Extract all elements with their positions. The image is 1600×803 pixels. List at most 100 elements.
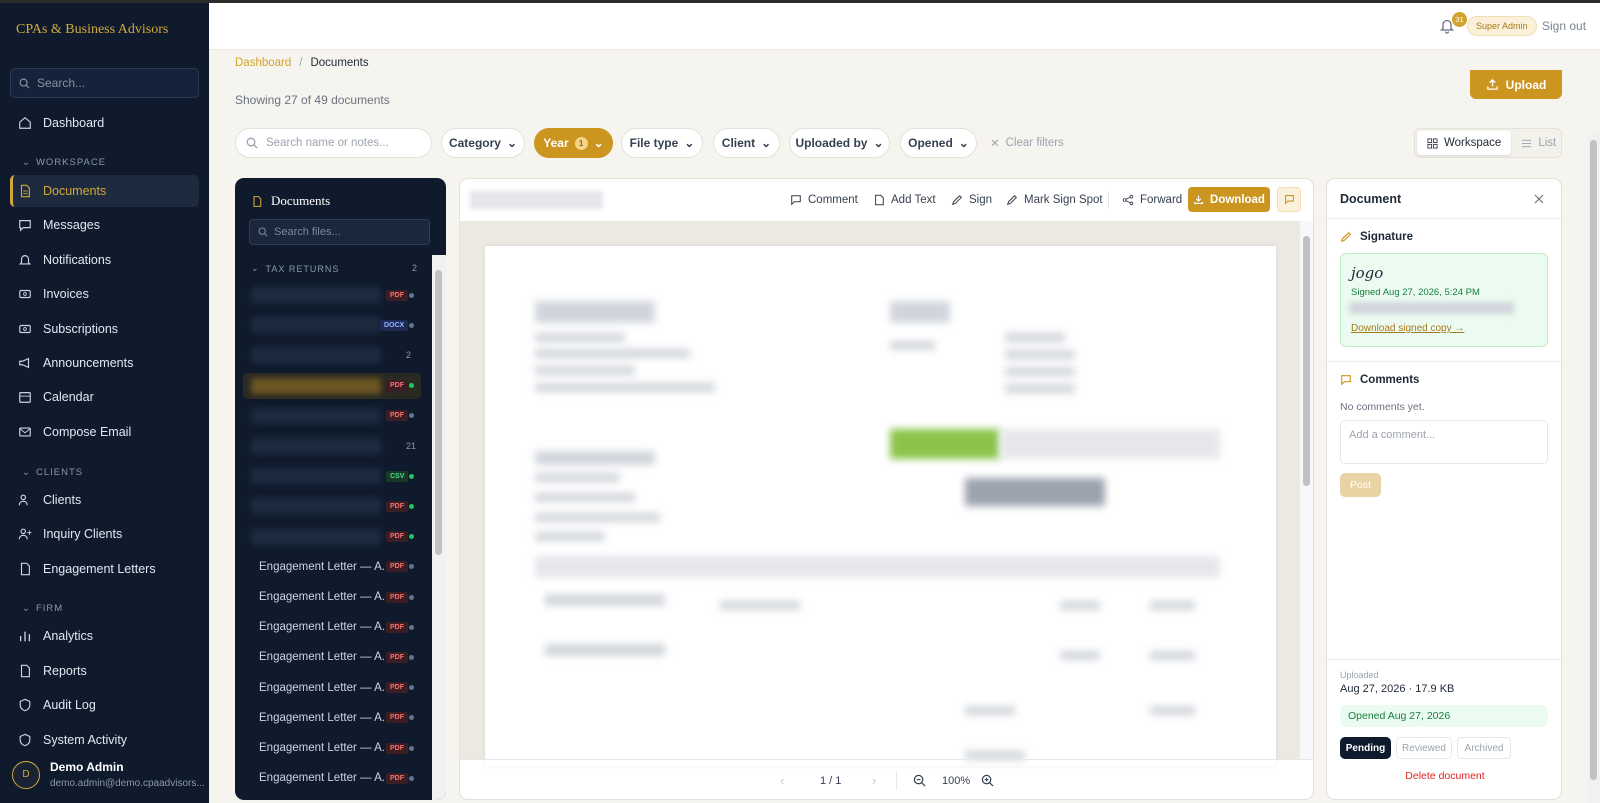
- sidebar-item-calendar[interactable]: Calendar: [10, 381, 199, 413]
- file-row[interactable]: DOCX: [243, 312, 421, 338]
- file-row[interactable]: Engagement Letter — A... PDF: [243, 554, 421, 580]
- category-filter[interactable]: Category ⌄: [441, 128, 525, 158]
- forward-button[interactable]: Forward: [1122, 187, 1182, 213]
- file-name-redacted: [251, 498, 381, 515]
- delete-document-button[interactable]: Delete document: [1327, 770, 1561, 782]
- sidebar-item-label: Notifications: [43, 253, 112, 267]
- zoom-in-button[interactable]: [981, 774, 994, 790]
- uploaded-by-filter[interactable]: Uploaded by ⌄: [789, 128, 890, 158]
- file-type-filter[interactable]: File type ⌄: [621, 128, 703, 158]
- scrollbar-thumb[interactable]: [435, 270, 442, 555]
- sidebar-item-system-activity[interactable]: System Activity: [10, 724, 199, 756]
- file-row[interactable]: PDF: [243, 403, 421, 429]
- file-type-badge: PDF: [386, 651, 408, 663]
- file-row[interactable]: Engagement Letter — A... PDF: [243, 584, 421, 610]
- filter-search-input[interactable]: Search name or notes...: [235, 128, 432, 158]
- add-text-tool-button[interactable]: Add Text: [873, 187, 936, 213]
- file-row[interactable]: PDF: [243, 372, 421, 399]
- download-button[interactable]: Download: [1188, 187, 1270, 212]
- app-logo[interactable]: CPAs & Business Advisors: [16, 22, 168, 38]
- download-signed-copy-link[interactable]: Download signed copy →: [1351, 323, 1464, 334]
- list-view-button[interactable]: List: [1511, 131, 1566, 155]
- users-icon: [18, 494, 28, 506]
- post-comment-button[interactable]: Post: [1340, 473, 1381, 497]
- comment-tool-button[interactable]: Comment: [790, 187, 858, 213]
- download-icon: [1194, 195, 1203, 204]
- sidebar-search-input[interactable]: Search...: [10, 68, 199, 98]
- blurred-content: [535, 333, 625, 342]
- grid-icon: [1427, 137, 1438, 149]
- sidebar-item-subscriptions[interactable]: Subscriptions: [10, 313, 199, 345]
- status-archived-button[interactable]: Archived: [1457, 737, 1511, 759]
- viewer-scrollbar[interactable]: [1300, 221, 1313, 759]
- file-row[interactable]: PDF: [243, 524, 421, 550]
- opened-filter[interactable]: Opened ⌄: [900, 128, 977, 158]
- file-row[interactable]: PDF: [243, 493, 421, 519]
- file-list-scrollbar[interactable]: [432, 255, 446, 800]
- chevron-down-icon: ⌄: [22, 467, 31, 478]
- sign-out-link[interactable]: Sign out: [1542, 19, 1586, 33]
- viewer-footer: ‹ 1 / 1 › 100%: [460, 759, 1313, 799]
- detail-header: Document: [1327, 179, 1561, 219]
- blurred-content: [535, 513, 660, 522]
- comment-input[interactable]: Add a comment...: [1340, 420, 1548, 464]
- client-filter[interactable]: Client ⌄: [713, 128, 780, 158]
- section-firm[interactable]: ⌄ FIRM: [22, 603, 63, 614]
- year-filter[interactable]: Year 1 ⌄: [534, 128, 613, 158]
- sidebar-item-announcements[interactable]: Announcements: [10, 347, 199, 379]
- clear-filters-button[interactable]: ✕ Clear filters: [990, 128, 1064, 158]
- sidebar-item-audit-log[interactable]: Audit Log: [10, 689, 199, 721]
- toggle-comments-button[interactable]: [1277, 187, 1301, 212]
- file-row[interactable]: Engagement Letter — A... PDF: [243, 644, 421, 670]
- status-reviewed-button[interactable]: Reviewed: [1396, 737, 1452, 759]
- sidebar-item-inquiry-clients[interactable]: Inquiry Clients: [10, 518, 199, 550]
- file-panel-title: Documents: [271, 193, 331, 208]
- breadcrumb-dashboard[interactable]: Dashboard: [235, 57, 291, 69]
- sidebar-item-documents[interactable]: Documents: [10, 175, 199, 207]
- section-clients[interactable]: ⌄ CLIENTS: [22, 467, 83, 478]
- file-row[interactable]: Engagement Letter — A... PDF: [243, 675, 421, 701]
- document-detail-panel: Document Signature jogo Signed Aug 27, 2…: [1326, 178, 1562, 800]
- file-row[interactable]: PDF: [243, 282, 421, 308]
- opened-indicator: [409, 715, 414, 721]
- user-profile[interactable]: D Demo Admin demo.admin@demo.cpaadvisors…: [12, 760, 205, 789]
- sidebar-item-analytics[interactable]: Analytics: [10, 620, 199, 652]
- file-row[interactable]: 21: [243, 433, 421, 459]
- scrollbar-thumb[interactable]: [1303, 236, 1310, 486]
- sidebar-item-clients[interactable]: Clients: [10, 484, 199, 516]
- blurred-content: [1150, 601, 1195, 610]
- file-row[interactable]: Engagement Letter — A... PDF: [243, 614, 421, 640]
- search-icon: [258, 227, 268, 237]
- prev-page-button[interactable]: ‹: [780, 773, 784, 788]
- folder-tax-returns[interactable]: ⌄ TAX RETURNS: [251, 263, 339, 274]
- sidebar-item-notifications[interactable]: Notifications: [10, 244, 199, 276]
- page-scrollbar[interactable]: [1588, 132, 1600, 803]
- file-row[interactable]: 2: [243, 342, 421, 368]
- scrollbar-thumb[interactable]: [1590, 140, 1597, 780]
- section-workspace[interactable]: ⌄ WORKSPACE: [22, 157, 106, 168]
- sidebar-item-dashboard[interactable]: Dashboard: [10, 107, 199, 139]
- sidebar-item-invoices[interactable]: Invoices: [10, 278, 199, 310]
- zoom-out-button[interactable]: [913, 774, 926, 790]
- close-detail-button[interactable]: [1534, 193, 1544, 207]
- document-canvas[interactable]: [460, 221, 1300, 766]
- file-row[interactable]: Engagement Letter — A... PDF: [243, 765, 421, 791]
- file-row[interactable]: CSV: [243, 463, 421, 489]
- subscription-icon: [19, 324, 31, 334]
- sidebar-item-engagement-letters[interactable]: Engagement Letters: [10, 553, 199, 585]
- download-label: Download: [1210, 193, 1265, 206]
- home-icon: [19, 117, 31, 129]
- status-pending-button[interactable]: Pending: [1340, 737, 1391, 759]
- sidebar-item-compose-email[interactable]: Compose Email: [10, 416, 199, 448]
- mark-sign-spot-button[interactable]: Mark Sign Spot: [1006, 187, 1103, 213]
- sidebar-item-reports[interactable]: Reports: [10, 655, 199, 687]
- next-page-button[interactable]: ›: [872, 773, 876, 788]
- file-search-input[interactable]: Search files...: [249, 219, 430, 245]
- sign-tool-button[interactable]: Sign: [951, 187, 992, 213]
- sidebar-item-messages[interactable]: Messages: [10, 209, 199, 241]
- file-row[interactable]: Engagement Letter — A... PDF: [243, 735, 421, 761]
- upload-button[interactable]: Upload: [1470, 70, 1562, 99]
- workspace-view-button[interactable]: Workspace: [1417, 131, 1512, 155]
- tool-label: Sign: [969, 194, 993, 206]
- file-row[interactable]: Engagement Letter — A... PDF: [243, 705, 421, 731]
